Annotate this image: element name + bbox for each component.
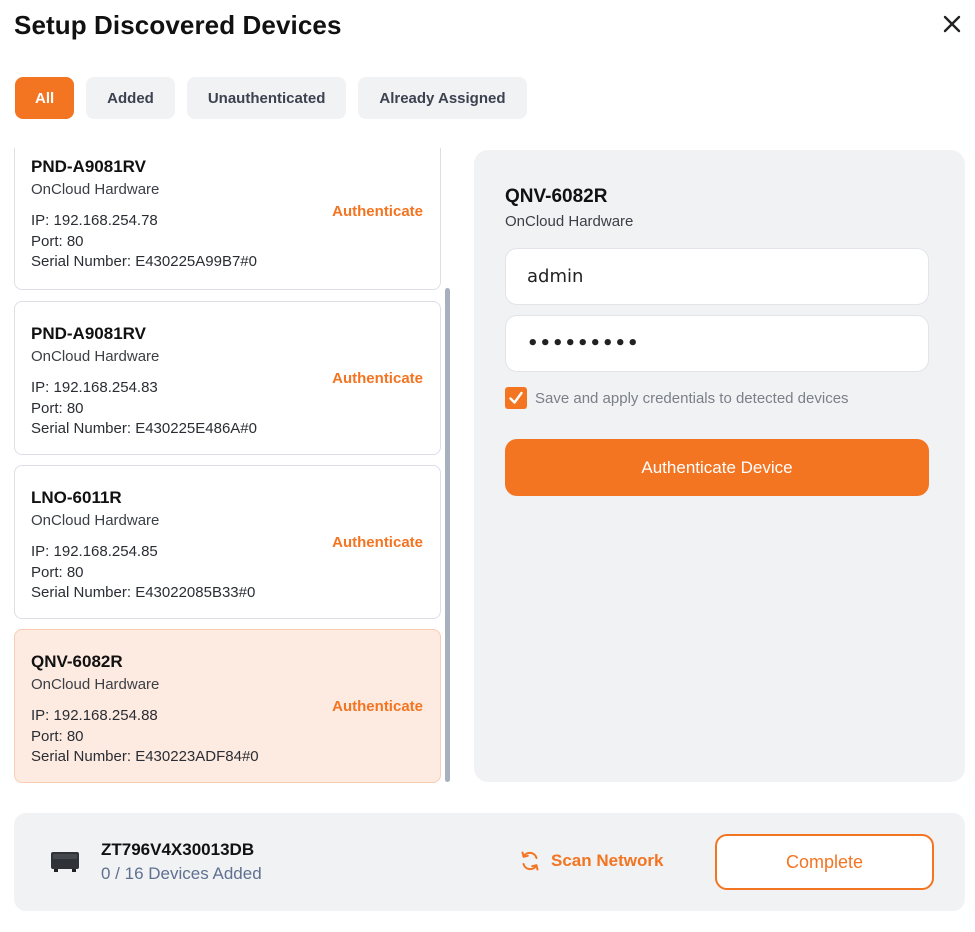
device-name: LNO-6011R xyxy=(31,488,122,507)
device-card[interactable]: LNO-6011R OnCloud Hardware IP: 192.168.2… xyxy=(14,465,441,619)
device-serial: Serial Number: E430225E486A#0 xyxy=(31,420,257,437)
authentication-panel: QNV-6082R OnCloud Hardware admin •••••••… xyxy=(474,150,965,782)
device-port: Port: 80 xyxy=(31,233,84,250)
authenticate-device-button[interactable]: Authenticate Device xyxy=(505,439,929,496)
scan-network-label: Scan Network xyxy=(551,851,664,870)
tab-all[interactable]: All xyxy=(15,77,75,119)
devices-added-count: 0 / 16 Devices Added xyxy=(101,864,262,883)
tab-already-assigned[interactable]: Already Assigned xyxy=(358,77,527,119)
device-port: Port: 80 xyxy=(31,564,84,581)
authenticate-link[interactable]: Authenticate xyxy=(332,698,423,715)
device-card[interactable]: PND-A9081RV OnCloud Hardware IP: 192.168… xyxy=(14,301,441,455)
device-vendor: OnCloud Hardware xyxy=(31,348,160,365)
device-ip: IP: 192.168.254.85 xyxy=(31,543,158,560)
scan-network-button[interactable]: Scan Network xyxy=(519,850,663,872)
device-card-selected[interactable]: QNV-6082R OnCloud Hardware IP: 192.168.2… xyxy=(14,629,441,783)
device-name: PND-A9081RV xyxy=(31,324,146,343)
device-name: QNV-6082R xyxy=(31,652,123,671)
save-credentials-row: Save and apply credentials to detected d… xyxy=(505,387,849,409)
device-vendor: OnCloud Hardware xyxy=(31,676,160,693)
device-ip: IP: 192.168.254.88 xyxy=(31,707,158,724)
selected-device-vendor: OnCloud Hardware xyxy=(505,213,634,230)
checkmark-icon xyxy=(509,391,523,404)
device-serial: Serial Number: E430225A99B7#0 xyxy=(31,253,257,270)
device-port: Port: 80 xyxy=(31,400,84,417)
device-list: PND-A9081RV OnCloud Hardware IP: 192.168… xyxy=(14,148,441,784)
authenticate-link[interactable]: Authenticate xyxy=(332,370,423,387)
authenticate-link[interactable]: Authenticate xyxy=(332,203,423,220)
device-ip: IP: 192.168.254.78 xyxy=(31,212,158,229)
selected-device-name: QNV-6082R xyxy=(505,186,608,207)
save-credentials-checkbox[interactable] xyxy=(505,387,527,409)
close-button[interactable] xyxy=(938,10,966,38)
footer-bar: ZT796V4X30013DB 0 / 16 Devices Added Sca… xyxy=(14,813,965,911)
authenticate-link[interactable]: Authenticate xyxy=(332,534,423,551)
username-input[interactable]: admin xyxy=(505,248,929,305)
password-input[interactable]: ••••••••• xyxy=(505,315,929,372)
gateway-device-icon xyxy=(51,852,79,872)
device-name: PND-A9081RV xyxy=(31,157,146,176)
tab-added[interactable]: Added xyxy=(86,77,175,119)
device-ip: IP: 192.168.254.83 xyxy=(31,379,158,396)
device-serial: Serial Number: E430223ADF84#0 xyxy=(31,748,259,765)
tab-unauthenticated[interactable]: Unauthenticated xyxy=(186,77,347,119)
filter-tabs: All Added Unauthenticated Already Assign… xyxy=(15,77,527,119)
save-credentials-label: Save and apply credentials to detected d… xyxy=(535,389,849,407)
device-card[interactable]: PND-A9081RV OnCloud Hardware IP: 192.168… xyxy=(14,148,441,290)
close-icon xyxy=(943,15,961,33)
page-title: Setup Discovered Devices xyxy=(14,10,342,40)
device-serial: Serial Number: E43022085B33#0 xyxy=(31,584,256,601)
gateway-name: ZT796V4X30013DB xyxy=(101,840,255,859)
device-port: Port: 80 xyxy=(31,728,84,745)
device-vendor: OnCloud Hardware xyxy=(31,181,160,198)
complete-button[interactable]: Complete xyxy=(715,834,934,890)
device-vendor: OnCloud Hardware xyxy=(31,512,160,529)
device-list-scrollbar[interactable] xyxy=(445,288,450,782)
refresh-icon xyxy=(521,851,539,871)
